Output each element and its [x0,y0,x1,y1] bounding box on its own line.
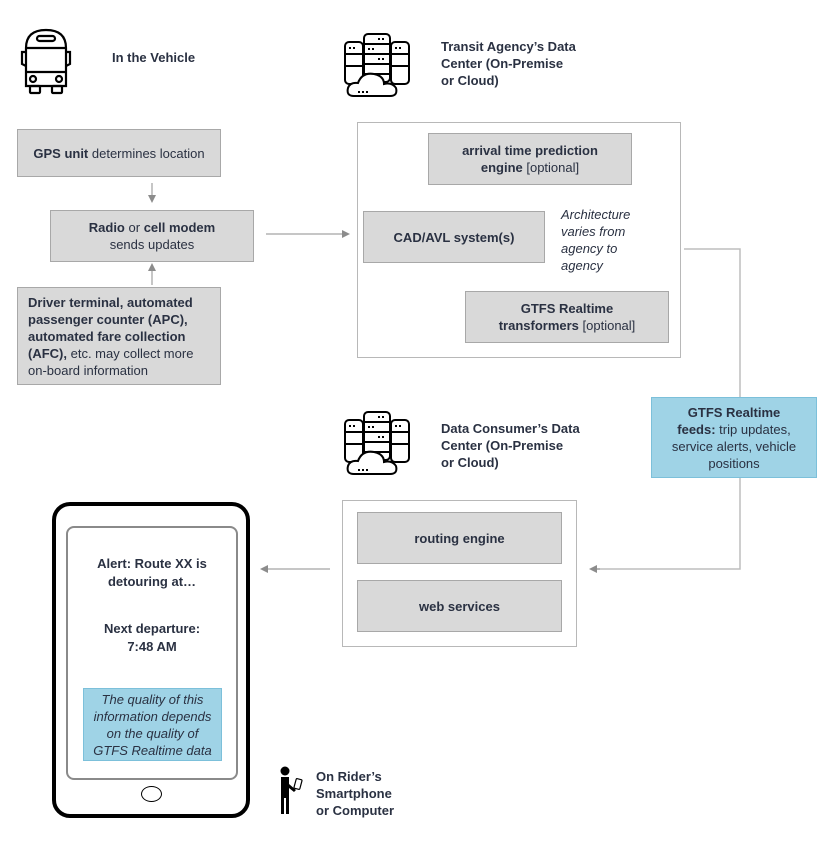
home-button [141,786,162,802]
rider-section-title: On Rider’s Smartphone or Computer [316,769,394,818]
consumer-section-title: Data Consumer’s Data Center (On-Premise … [441,421,580,470]
consumer-server-cloud-icon [344,411,410,475]
arrow-feeds-to-consumer [592,478,741,570]
agency-server-cloud-icon [344,33,410,97]
cad-avl-box: CAD/AVL system(s) [363,211,545,263]
gps-unit-box: GPS unit determines location [17,129,221,177]
line-agency-to-feeds [684,248,741,397]
driver-terminal-box: Driver terminal, automated passenger cou… [17,287,221,385]
web-services-box: web services [357,580,562,632]
gtfs-realtime-feeds-box: GTFS Realtime feeds: trip updates, servi… [651,397,817,478]
agency-section-title: Transit Agency’s Data Center (On-Premise… [441,39,576,88]
bus-icon [20,28,72,95]
gtfs-transformers-box: GTFS Realtime transformers [optional] [465,291,669,343]
vehicle-section-title: In the Vehicle [112,50,196,65]
architecture-note: Architecture varies from agency to agenc… [561,207,631,273]
person-with-phone-icon [280,766,303,814]
next-departure: Next departure: 7:48 AM [103,621,201,654]
routing-engine-box: routing engine [357,512,562,564]
alert-message: Alert: Route XX is detouring at… [97,556,207,589]
prediction-engine-box: arrival time prediction engine [optional] [428,133,632,185]
data-quality-note: The quality of this information depends … [83,688,222,761]
radio-modem-box: Radio or cell modem sends updates [50,210,254,262]
